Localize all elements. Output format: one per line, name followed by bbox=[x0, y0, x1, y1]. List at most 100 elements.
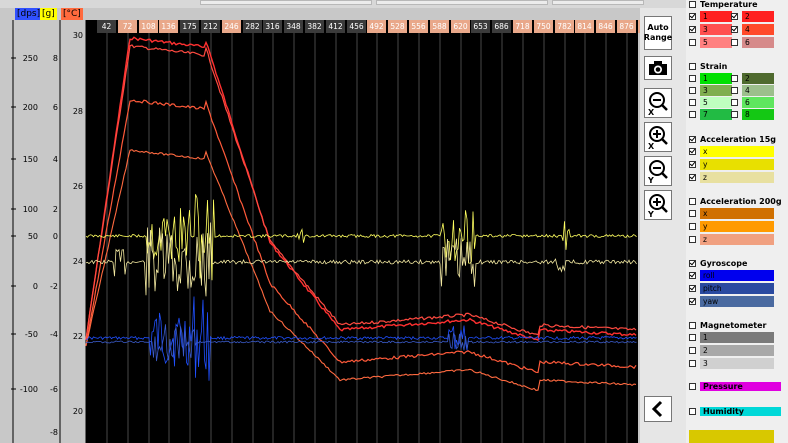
item-strain-2[interactable]: 3 bbox=[689, 85, 732, 96]
item-checkbox-temperature-3[interactable] bbox=[731, 26, 738, 33]
back-button[interactable] bbox=[644, 396, 672, 422]
item-checkbox-strain-0[interactable] bbox=[689, 75, 696, 82]
item-checkbox-gyroscope-2[interactable] bbox=[689, 298, 696, 305]
group-checkbox-humidity[interactable] bbox=[689, 408, 696, 415]
marker-label[interactable]: 750 bbox=[534, 20, 553, 33]
group-checkbox-accel200[interactable] bbox=[689, 198, 696, 205]
item-checkbox-accel15-2[interactable] bbox=[689, 174, 696, 181]
marker-label[interactable]: 175 bbox=[180, 20, 199, 33]
item-checkbox-accel200-2[interactable] bbox=[689, 236, 696, 243]
item-strain-3[interactable]: 4 bbox=[731, 85, 774, 96]
marker-label[interactable]: 246 bbox=[222, 20, 241, 33]
group-title-humidity[interactable]: Humidity bbox=[689, 407, 781, 416]
item-strain-7[interactable]: 8 bbox=[731, 109, 774, 120]
item-strain-5[interactable]: 6 bbox=[731, 97, 774, 108]
item-checkbox-gyroscope-1[interactable] bbox=[689, 285, 696, 292]
item-gyroscope-1[interactable]: pitch bbox=[689, 283, 774, 294]
zoom-in-y-button[interactable]: Y bbox=[644, 190, 672, 220]
zoom-in-x-button[interactable]: X bbox=[644, 122, 672, 152]
marker-label[interactable]: 556 bbox=[409, 20, 428, 33]
item-temperature-3[interactable]: 4 bbox=[731, 24, 774, 35]
item-magnetometer-1[interactable]: 2 bbox=[689, 345, 774, 356]
item-accel200-1[interactable]: y bbox=[689, 221, 774, 232]
marker-label[interactable]: 782 bbox=[555, 20, 574, 33]
marker-label[interactable]: 412 bbox=[326, 20, 345, 33]
item-checkbox-accel15-1[interactable] bbox=[689, 161, 696, 168]
item-gyroscope-2[interactable]: yaw bbox=[689, 296, 774, 307]
marker-label[interactable]: 456 bbox=[347, 20, 366, 33]
auto-range-button[interactable]: Auto Range bbox=[644, 16, 672, 50]
marker-label[interactable]: 814 bbox=[575, 20, 594, 33]
marker-label[interactable]: 653 bbox=[471, 20, 490, 33]
marker-label[interactable]: 108 bbox=[139, 20, 158, 33]
group-title-strain[interactable]: Strain bbox=[689, 62, 727, 71]
item-gyroscope-0[interactable]: roll bbox=[689, 270, 774, 281]
item-checkbox-magnetometer-2[interactable] bbox=[689, 360, 696, 367]
group-checkbox-accel15[interactable] bbox=[689, 136, 696, 143]
marker-label[interactable]: 348 bbox=[284, 20, 303, 33]
item-strain-1[interactable]: 2 bbox=[731, 73, 774, 84]
item-checkbox-magnetometer-0[interactable] bbox=[689, 334, 696, 341]
group-checkbox-magnetometer[interactable] bbox=[689, 322, 696, 329]
item-checkbox-strain-2[interactable] bbox=[689, 87, 696, 94]
item-checkbox-temperature-1[interactable] bbox=[731, 13, 738, 20]
item-magnetometer-2[interactable]: 3 bbox=[689, 358, 774, 369]
item-checkbox-temperature-2[interactable] bbox=[689, 26, 696, 33]
item-magnetometer-0[interactable]: 1 bbox=[689, 332, 774, 343]
zoom-out-x-button[interactable]: X bbox=[644, 88, 672, 118]
item-temperature-5[interactable]: 6 bbox=[731, 37, 774, 48]
item-checkbox-accel200-1[interactable] bbox=[689, 223, 696, 230]
marker-label[interactable]: 718 bbox=[513, 20, 532, 33]
item-checkbox-magnetometer-1[interactable] bbox=[689, 347, 696, 354]
marker-label[interactable]: 136 bbox=[159, 20, 178, 33]
group-title-gyroscope[interactable]: Gyroscope bbox=[689, 259, 747, 268]
item-checkbox-strain-3[interactable] bbox=[731, 87, 738, 94]
marker-label[interactable]: 846 bbox=[596, 20, 615, 33]
item-strain-6[interactable]: 7 bbox=[689, 109, 732, 120]
marker-label[interactable]: 316 bbox=[263, 20, 282, 33]
item-checkbox-strain-7[interactable] bbox=[731, 111, 738, 118]
item-checkbox-temperature-4[interactable] bbox=[689, 39, 696, 46]
item-accel200-2[interactable]: z bbox=[689, 234, 774, 245]
item-temperature-4[interactable]: 5 bbox=[689, 37, 732, 48]
item-checkbox-strain-1[interactable] bbox=[731, 75, 738, 82]
group-title-pressure[interactable]: Pressure bbox=[689, 382, 781, 391]
item-accel200-0[interactable]: x bbox=[689, 208, 774, 219]
zoom-out-y-button[interactable]: Y bbox=[644, 156, 672, 186]
group-title-temperature[interactable]: Temperature bbox=[689, 0, 758, 9]
item-checkbox-accel200-0[interactable] bbox=[689, 210, 696, 217]
marker-label[interactable]: 686 bbox=[492, 20, 511, 33]
group-checkbox-strain[interactable] bbox=[689, 63, 696, 70]
screenshot-button[interactable] bbox=[644, 56, 672, 80]
item-temperature-1[interactable]: 2 bbox=[731, 11, 774, 22]
group-checkbox-temperature[interactable] bbox=[689, 1, 696, 8]
item-strain-4[interactable]: 5 bbox=[689, 97, 732, 108]
marker-label[interactable]: 382 bbox=[305, 20, 324, 33]
group-checkbox-pressure[interactable] bbox=[689, 383, 696, 390]
marker-label[interactable]: 588 bbox=[430, 20, 449, 33]
top-tab-3[interactable] bbox=[552, 0, 644, 5]
item-temperature-0[interactable]: 1 bbox=[689, 11, 732, 22]
item-accel15-2[interactable]: z bbox=[689, 172, 774, 183]
top-tab-2[interactable] bbox=[376, 0, 548, 5]
marker-label[interactable]: 876 bbox=[617, 20, 636, 33]
marker-label[interactable]: 42 bbox=[97, 20, 116, 33]
marker-label[interactable]: 492 bbox=[367, 20, 386, 33]
group-checkbox-gyroscope[interactable] bbox=[689, 260, 696, 267]
marker-label[interactable]: 72 bbox=[118, 20, 137, 33]
marker-label[interactable]: 528 bbox=[388, 20, 407, 33]
item-temperature-2[interactable]: 3 bbox=[689, 24, 732, 35]
group-title-magnetometer[interactable]: Magnetometer bbox=[689, 321, 766, 330]
marker-label[interactable]: 620 bbox=[451, 20, 470, 33]
marker-label[interactable]: 282 bbox=[243, 20, 262, 33]
top-tab-1[interactable] bbox=[200, 0, 372, 5]
item-accel15-0[interactable]: x bbox=[689, 146, 774, 157]
item-checkbox-strain-5[interactable] bbox=[731, 99, 738, 106]
item-accel15-1[interactable]: y bbox=[689, 159, 774, 170]
item-checkbox-temperature-0[interactable] bbox=[689, 13, 696, 20]
item-strain-0[interactable]: 1 bbox=[689, 73, 732, 84]
group-title-accel200[interactable]: Acceleration 200g bbox=[689, 197, 782, 206]
item-checkbox-accel15-0[interactable] bbox=[689, 148, 696, 155]
item-checkbox-temperature-5[interactable] bbox=[731, 39, 738, 46]
group-title-accel15[interactable]: Acceleration 15g bbox=[689, 135, 776, 144]
